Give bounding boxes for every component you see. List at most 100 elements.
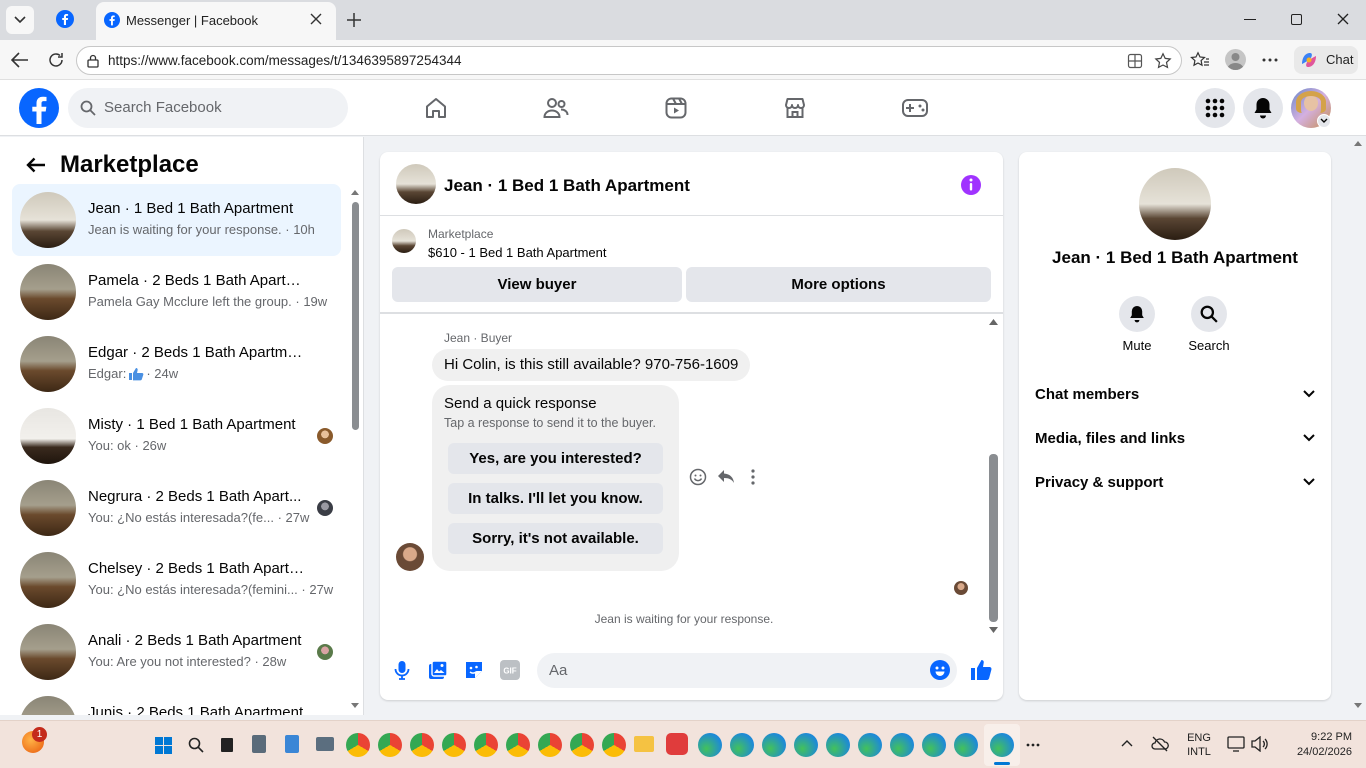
- nav-video[interactable]: [658, 90, 694, 126]
- notepad-app[interactable]: [285, 735, 299, 753]
- pinned-facebook-tab[interactable]: [56, 10, 78, 32]
- network-status[interactable]: [1151, 736, 1169, 752]
- chrome-app[interactable]: [442, 733, 466, 757]
- chrome-app[interactable]: [570, 733, 594, 757]
- react-button[interactable]: [689, 468, 707, 486]
- section-media-files-links[interactable]: Media, files and links: [1035, 423, 1315, 453]
- conversation-info-button[interactable]: [960, 174, 982, 196]
- edge-app[interactable]: [762, 733, 786, 757]
- send-like-button[interactable]: [970, 659, 992, 681]
- task-view-button[interactable]: [221, 738, 233, 752]
- back-button[interactable]: [11, 52, 29, 68]
- chat-scrollbar[interactable]: [987, 316, 1001, 638]
- sender-avatar[interactable]: [396, 543, 424, 571]
- message-bubble[interactable]: Hi Colin, is this still available? 970-7…: [432, 349, 751, 381]
- scrollbar-thumb[interactable]: [352, 202, 359, 430]
- favorite-button[interactable]: [1154, 52, 1172, 70]
- chrome-app[interactable]: [538, 733, 562, 757]
- edge-app[interactable]: [954, 733, 978, 757]
- conversation-item[interactable]: Misty · 1 Bed 1 Bath Apartment You: ok ·…: [12, 400, 341, 472]
- language-indicator[interactable]: ENG INTL: [1183, 731, 1215, 759]
- conversation-item[interactable]: Chelsey · 2 Beds 1 Bath Apartment You: ¿…: [12, 544, 341, 616]
- vivaldi-app[interactable]: [666, 733, 688, 755]
- emoji-button[interactable]: [930, 660, 950, 680]
- restore-button[interactable]: [1291, 14, 1302, 25]
- conversation-item[interactable]: Edgar · 2 Beds 1 Bath Apartment Edgar: ·…: [12, 328, 341, 400]
- edge-app[interactable]: [794, 733, 818, 757]
- edge-app[interactable]: [858, 733, 882, 757]
- taskbar-overflow-button[interactable]: [1026, 743, 1040, 747]
- chrome-app[interactable]: [602, 733, 626, 757]
- facebook-search-input[interactable]: Search Facebook: [68, 88, 348, 128]
- search-conversation-button[interactable]: [1191, 296, 1227, 332]
- conversation-item[interactable]: Pamela · 2 Beds 1 Bath Apartment Pamela …: [12, 256, 341, 328]
- nav-home[interactable]: [418, 90, 454, 126]
- message-more-button[interactable]: [751, 469, 755, 485]
- profile-button[interactable]: [1225, 49, 1246, 70]
- section-privacy-support[interactable]: Privacy & support: [1035, 467, 1315, 497]
- chrome-app[interactable]: [474, 733, 498, 757]
- address-field[interactable]: https://www.facebook.com/messages/t/1346…: [76, 46, 1182, 75]
- listing-photo[interactable]: [1139, 168, 1211, 240]
- reply-button[interactable]: [717, 469, 735, 485]
- app-available-button[interactable]: [1127, 53, 1143, 69]
- nav-marketplace[interactable]: [777, 90, 813, 126]
- nav-gaming[interactable]: [897, 90, 933, 126]
- favorites-button[interactable]: [1190, 51, 1210, 69]
- back-button[interactable]: [26, 157, 46, 173]
- scrollbar-thumb[interactable]: [989, 454, 998, 622]
- edge-app[interactable]: [826, 733, 850, 757]
- edge-app[interactable]: [922, 733, 946, 757]
- listing-thumbnail[interactable]: [392, 229, 416, 253]
- more-options-button[interactable]: More options: [686, 267, 991, 302]
- edge-app[interactable]: [730, 733, 754, 757]
- start-button[interactable]: [155, 737, 172, 754]
- notifications-button[interactable]: [1243, 88, 1283, 128]
- attach-photo-button[interactable]: [428, 660, 448, 680]
- chrome-app[interactable]: [506, 733, 530, 757]
- quick-response-button[interactable]: Yes, are you interested?: [448, 443, 663, 474]
- chat-avatar[interactable]: [396, 164, 436, 204]
- tray-chevron-button[interactable]: [1121, 739, 1133, 747]
- nav-friends[interactable]: [538, 90, 574, 126]
- taskbar-search-button[interactable]: [188, 737, 204, 753]
- chrome-app[interactable]: [378, 733, 402, 757]
- active-app-highlight[interactable]: [984, 724, 1020, 766]
- conversation-item[interactable]: Anali · 2 Beds 1 Bath Apartment You: Are…: [12, 616, 341, 688]
- settings-more-button[interactable]: [1262, 58, 1278, 62]
- close-window-button[interactable]: [1337, 13, 1349, 25]
- chrome-app[interactable]: [346, 733, 370, 757]
- account-chevron[interactable]: [1317, 114, 1331, 128]
- gif-button[interactable]: GIF: [500, 660, 520, 680]
- chrome-app[interactable]: [410, 733, 434, 757]
- menu-button[interactable]: [1195, 88, 1235, 128]
- display-icon-button[interactable]: [1227, 736, 1245, 752]
- minimize-button[interactable]: [1244, 19, 1256, 20]
- clock[interactable]: 9:22 PM 24/02/2026: [1280, 730, 1352, 760]
- quick-response-button[interactable]: Sorry, it's not available.: [448, 523, 663, 554]
- listing-title[interactable]: $610 - 1 Bed 1 Bath Apartment: [428, 245, 607, 260]
- mute-button[interactable]: [1119, 296, 1155, 332]
- new-tab-button[interactable]: [346, 12, 362, 28]
- scrollbar[interactable]: [348, 187, 362, 715]
- calculator-app[interactable]: [252, 735, 266, 753]
- refresh-button[interactable]: [47, 51, 65, 69]
- conversation-item[interactable]: Junis · 2 Beds 1 Bath Apartment: [12, 688, 341, 715]
- conversation-item[interactable]: Jean · 1 Bed 1 Bath Apartment Jean is wa…: [12, 184, 341, 256]
- tab-close-button[interactable]: [310, 13, 322, 25]
- chat-title[interactable]: Jean · 1 Bed 1 Bath Apartment: [444, 176, 690, 196]
- file-explorer-app[interactable]: [634, 736, 654, 752]
- volume-button[interactable]: [1251, 736, 1269, 752]
- sticker-button[interactable]: [464, 660, 484, 680]
- edge-app[interactable]: [890, 733, 914, 757]
- page-scrollbar[interactable]: [1350, 137, 1366, 715]
- tab-list-button[interactable]: [6, 6, 34, 34]
- facebook-home-logo[interactable]: [19, 88, 59, 128]
- active-tab[interactable]: Messenger | Facebook: [96, 2, 336, 40]
- voice-clip-button[interactable]: [394, 660, 410, 680]
- edge-app[interactable]: [698, 733, 722, 757]
- quick-response-button[interactable]: In talks. I'll let you know.: [448, 483, 663, 514]
- copilot-chat-button[interactable]: Chat: [1294, 46, 1358, 74]
- message-input[interactable]: Aa: [537, 653, 957, 688]
- app-icon[interactable]: [316, 737, 334, 751]
